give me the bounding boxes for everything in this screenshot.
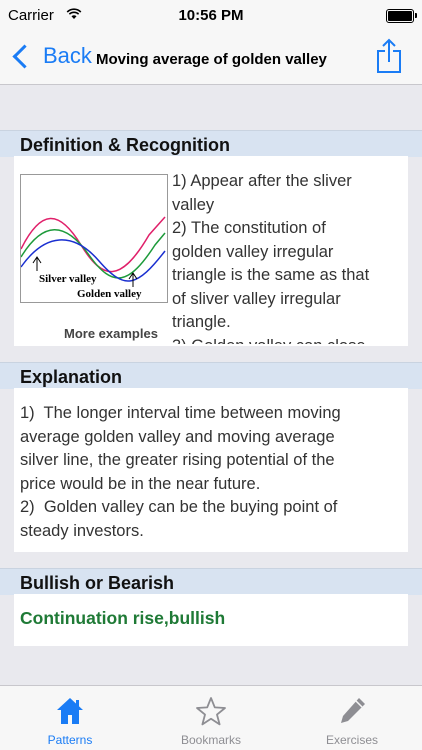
tab-bookmarks-label: Bookmarks (180, 733, 242, 747)
definition-line: triangle. (172, 313, 231, 331)
navigation-bar: Back Moving average of golden valley (0, 30, 422, 85)
silver-valley-label: Silver valley (39, 273, 97, 285)
chevron-left-icon (12, 43, 37, 69)
tab-patterns[interactable]: Patterns (0, 686, 140, 750)
explanation-card: 1) The longer interval time between movi… (14, 388, 408, 552)
bullish-title: Bullish or Bearish (20, 573, 175, 593)
share-icon[interactable] (376, 38, 402, 74)
bullish-value: Continuation rise,bullish (20, 608, 226, 628)
explanation-line: average golden valley and moving average (20, 427, 335, 446)
tab-bar: Patterns Bookmarks Exercises (0, 685, 422, 750)
definition-line: valley (172, 195, 215, 214)
explanation-line: 1) The longer interval time between movi… (20, 404, 341, 422)
tab-bookmarks[interactable]: Bookmarks (141, 686, 281, 750)
explanation-line: 2) Golden valley can be the buying point… (20, 498, 338, 516)
status-bar: Carrier 10:56 PM (0, 0, 422, 30)
battery-icon (386, 9, 417, 23)
tab-patterns-label: Patterns (47, 733, 93, 747)
definition-line: 1) Appear after the sliver (172, 172, 352, 190)
definition-card: Silver valley Golden valley More example… (14, 156, 408, 346)
golden-valley-label: Golden valley (77, 288, 142, 300)
back-label: Back (43, 43, 92, 68)
definition-line: triangle is the same as that (172, 266, 370, 284)
definition-line: golden valley irregular (172, 242, 334, 261)
definition-title: Definition & Recognition (20, 135, 230, 155)
tab-exercises-label: Exercises (325, 733, 378, 747)
explanation-line: silver line, the greater rising potentia… (20, 451, 335, 469)
bullish-header: Bullish or Bearish (0, 568, 422, 595)
star-icon (196, 697, 226, 726)
house-icon (57, 698, 83, 724)
definition-line: 3) Golden valley can close (172, 335, 404, 345)
explanation-header: Explanation (0, 362, 422, 389)
explanation-line: steady investors. (20, 521, 144, 540)
explanation-text: 1) The longer interval time between movi… (20, 402, 404, 543)
more-examples-link[interactable]: More examples (64, 326, 158, 341)
golden-valley-chart-image[interactable]: Silver valley Golden valley (20, 174, 168, 303)
back-button[interactable]: Back (10, 40, 92, 72)
explanation-title: Explanation (20, 367, 123, 387)
explanation-line: price would be in the near future. (20, 474, 261, 493)
page-title: Moving average of golden valley (96, 51, 327, 68)
definition-text: 1) Appear after the sliver valley 2) The… (172, 170, 404, 344)
tab-exercises[interactable]: Exercises (282, 686, 422, 750)
status-time: 10:56 PM (178, 7, 244, 24)
definition-header: Definition & Recognition (0, 130, 422, 157)
bullish-card: Continuation rise,bullish (14, 594, 408, 646)
definition-line: 2) The constitution of (172, 219, 326, 237)
pencil-icon (341, 698, 365, 723)
definition-line: of sliver valley irregular (172, 289, 341, 308)
